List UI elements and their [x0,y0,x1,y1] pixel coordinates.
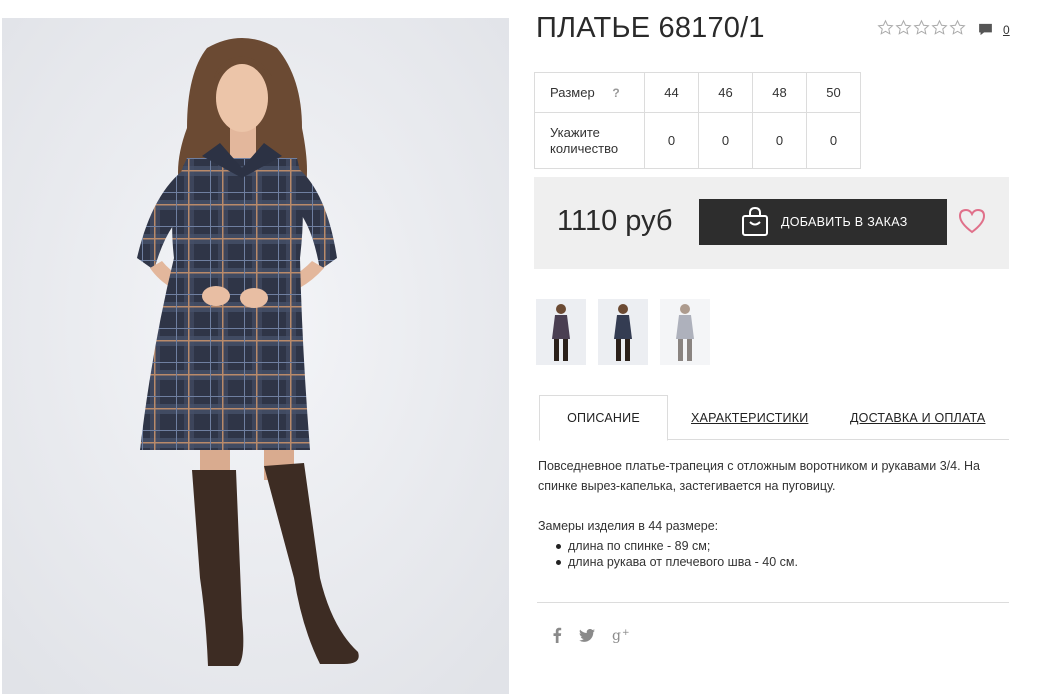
twitter-icon[interactable] [579,628,595,642]
star-icon[interactable] [931,19,948,36]
product-main-image[interactable] [2,18,509,694]
list-item: длина рукава от плечевого шва - 40 см. [556,554,1013,570]
description-paragraph: Повседневное платье-трапеция с отложным … [538,459,981,493]
size-option: 46 [698,72,753,113]
size-table: Размер ? 44 46 48 50 Укажите количество … [534,72,861,169]
comment-icon [979,23,992,36]
product-title: ПЛАТЬЕ 68170/1 [536,12,765,44]
tab-characteristics[interactable]: ХАРАКТЕРИСТИКИ [691,395,808,440]
size-option: 48 [752,72,807,113]
thumbnail-2[interactable] [598,299,648,365]
comments-count[interactable]: 0 [1003,23,1010,37]
thumbnail-3[interactable] [660,299,710,365]
facebook-icon[interactable] [552,627,562,643]
measures-title: Замеры изделия в 44 размере: [538,519,719,533]
size-help-icon[interactable]: ? [612,86,619,100]
svg-text:+: + [622,628,630,638]
social-share: g + [552,627,632,643]
size-label-cell: Размер ? [534,72,645,113]
quantity-label: Укажите количество [534,112,645,169]
divider [537,602,1009,603]
comments-link[interactable]: 0 [977,21,1010,38]
add-to-order-button[interactable]: ДОБАВИТЬ В ЗАКАЗ [699,199,947,245]
quantity-input[interactable]: 0 [806,112,861,169]
size-label: Размер [550,84,595,100]
list-item: длина по спинке - 89 см; [556,538,1013,554]
quantity-input[interactable]: 0 [644,112,699,169]
star-icon[interactable] [913,19,930,36]
tab-description[interactable]: ОПИСАНИЕ [539,395,668,441]
star-icon[interactable] [949,19,966,36]
thumbnail-1[interactable] [536,299,586,365]
thumbnail-list [536,299,710,365]
add-to-order-label: ДОБАВИТЬ В ЗАКАЗ [781,215,908,229]
shopping-bag-icon [742,207,768,236]
quantity-input[interactable]: 0 [752,112,807,169]
size-option: 44 [644,72,699,113]
star-icon[interactable] [895,19,912,36]
star-icon[interactable] [877,19,894,36]
product-price: 1110 руб [557,205,673,237]
svg-text:g: g [612,628,621,643]
google-plus-icon[interactable]: g + [612,627,632,643]
buy-panel: 1110 руб ДОБАВИТЬ В ЗАКАЗ [534,177,1009,269]
quantity-input[interactable]: 0 [698,112,753,169]
measures-list: длина по спинке - 89 см; длина рукава от… [538,538,1013,570]
product-tabs: ОПИСАНИЕ ХАРАКТЕРИСТИКИ ДОСТАВКА И ОПЛАТ… [539,395,1009,441]
size-option: 50 [806,72,861,113]
rating-stars[interactable] [877,19,966,36]
heart-icon[interactable] [958,208,986,234]
tab-delivery-payment[interactable]: ДОСТАВКА И ОПЛАТА [850,395,985,440]
product-description: Повседневное платье-трапеция с отложным … [538,456,1013,570]
